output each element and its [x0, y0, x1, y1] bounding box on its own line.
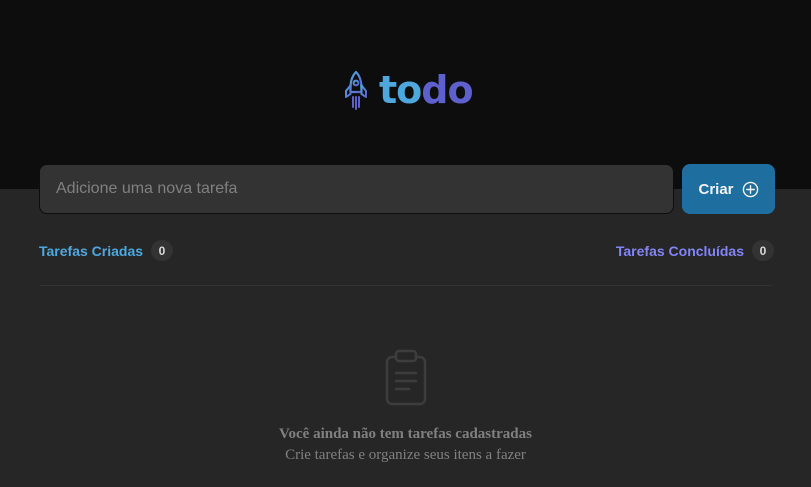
completed-tasks-badge: 0	[752, 240, 774, 261]
logo-text-do: do	[421, 68, 473, 112]
created-tasks-label: Tarefas Criadas	[39, 242, 144, 259]
app-logo: todo	[343, 68, 474, 112]
plus-circle-icon	[742, 181, 758, 197]
list-divider	[40, 285, 772, 286]
empty-state-title: Você ainda não tem tarefas cadastradas	[279, 426, 532, 442]
created-tasks-counter: Tarefas Criadas 0	[39, 240, 174, 261]
empty-state-subtitle: Crie tarefas e organize seus itens a faz…	[285, 447, 526, 463]
empty-state: Você ainda não tem tarefas cadastradas C…	[0, 349, 811, 464]
logo-text-to: to	[379, 68, 422, 112]
create-task-button[interactable]: Criar	[682, 164, 775, 214]
logo-text: todo	[379, 68, 474, 112]
completed-tasks-counter: Tarefas Concluídas 0	[616, 240, 774, 261]
rocket-icon	[345, 70, 367, 110]
new-task-input[interactable]	[39, 164, 674, 214]
created-tasks-badge: 0	[151, 240, 174, 261]
clipboard-icon	[385, 349, 426, 406]
app-header: todo	[0, 0, 811, 189]
create-button-label: Criar	[698, 180, 734, 198]
completed-tasks-label: Tarefas Concluídas	[615, 242, 744, 259]
